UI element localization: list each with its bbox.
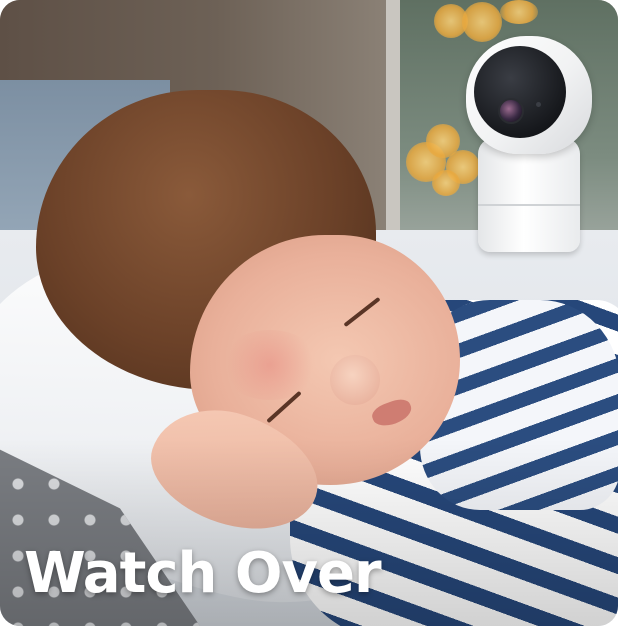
banner-headline: Watch Over [24,541,382,606]
bottom-shade [0,0,618,626]
product-banner-card: Watch Over [0,0,618,626]
